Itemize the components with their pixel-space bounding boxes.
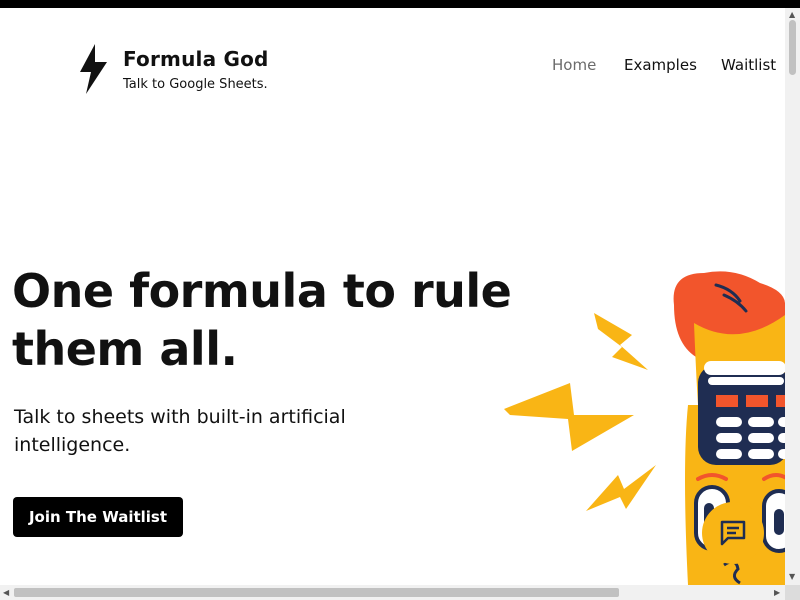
- scroll-down-arrow-icon[interactable]: ▼: [789, 573, 795, 581]
- vertical-scroll-thumb[interactable]: [789, 20, 796, 75]
- brand-name[interactable]: Formula God: [123, 47, 269, 71]
- top-border: [0, 0, 800, 8]
- horizontal-scrollbar[interactable]: ◀ ▶: [0, 585, 785, 600]
- nav-waitlist[interactable]: Waitlist: [721, 56, 776, 74]
- scrollbar-corner: [785, 585, 800, 600]
- chat-button[interactable]: [702, 502, 764, 564]
- spark-bolt-icon: [504, 383, 634, 451]
- chat-message-icon: [720, 520, 746, 546]
- horizontal-scroll-thumb[interactable]: [14, 588, 619, 597]
- scroll-up-arrow-icon[interactable]: ▲: [789, 11, 795, 19]
- vertical-scrollbar[interactable]: ▲ ▼: [785, 8, 800, 585]
- nav-home[interactable]: Home: [552, 56, 596, 74]
- scroll-right-arrow-icon[interactable]: ▶: [774, 589, 780, 597]
- spark-bolt-icon: [586, 465, 656, 511]
- spark-bolt-icon: [594, 313, 648, 370]
- join-waitlist-button[interactable]: Join The Waitlist: [13, 497, 183, 537]
- hero-title: One formula to rule them all.: [12, 264, 512, 376]
- lightning-bolt-icon[interactable]: [78, 43, 110, 95]
- nav-examples[interactable]: Examples: [624, 56, 697, 74]
- hero-subtitle: Talk to sheets with built-in artificial …: [14, 406, 346, 456]
- brand-tagline: Talk to Google Sheets.: [123, 77, 268, 92]
- scroll-left-arrow-icon[interactable]: ◀: [3, 589, 9, 597]
